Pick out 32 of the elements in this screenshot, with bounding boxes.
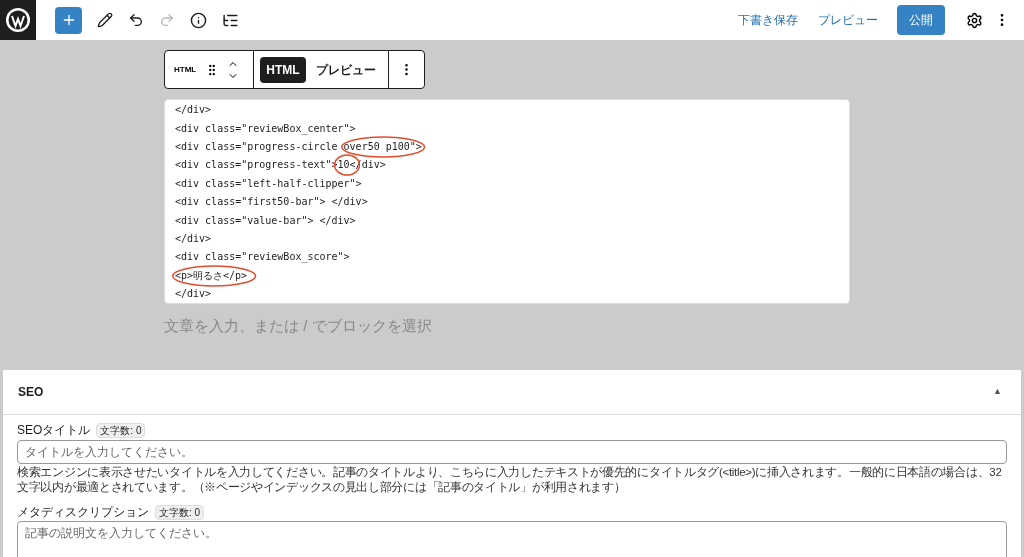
wordpress-logo[interactable] — [0, 0, 36, 40]
code-line: <p>明るさ</p> — [175, 268, 248, 283]
code-line: <div class="reviewBox_score"> — [175, 250, 350, 265]
code-line: <div class="value-bar"> </div> — [175, 213, 356, 228]
collapse-toggle-icon[interactable]: ▲ — [993, 385, 1002, 399]
settings-icon[interactable] — [966, 11, 983, 29]
description-textarea[interactable]: 記事の説明文を入力してください。 — [17, 521, 1007, 557]
code-line: </div> — [175, 287, 212, 302]
mode-tab[interactable]: HTML — [260, 56, 306, 83]
title-input-field[interactable]: タイトルを入力してください。 — [17, 440, 1007, 464]
code-line: <div class="reviewBox_center"> — [175, 121, 356, 136]
publish-button[interactable]: 公開 — [897, 5, 945, 35]
pencil-icon[interactable] — [97, 12, 113, 28]
add-block-button[interactable] — [55, 6, 82, 34]
panel-title: SEO — [18, 384, 44, 401]
character-count: 文字数: 0 — [155, 504, 205, 520]
info-icon[interactable] — [190, 11, 207, 29]
field-label: SEOタイトル — [17, 422, 91, 439]
code-line: <div class="first50-bar"> </div> — [175, 195, 368, 210]
code-line: </div> — [175, 103, 212, 118]
block-type-label[interactable]: HTML — [165, 63, 206, 76]
code-line: <div class="left-half-clipper"> — [175, 176, 362, 191]
code-editor[interactable] — [164, 99, 850, 304]
logo-icon — [5, 7, 31, 33]
character-count: 文字数: 0 — [96, 422, 146, 438]
toolbar-link-button[interactable]: 下書き保存 — [731, 5, 805, 35]
toolbar-link-button[interactable]: プレビュー — [811, 5, 885, 35]
code-line: </div> — [175, 231, 212, 246]
field-label: メタディスクリプション — [17, 504, 149, 521]
undo-icon[interactable] — [128, 12, 144, 28]
code-line: <div class="progress-circle over50 p100"> — [175, 139, 422, 154]
help-text: 検索エンジンに表示させたいタイトルを入力してください。記事のタイトルより、こちらに入力したテキストが優先的にタイトルタグ(<title>)に挿入されます。一般的に日本語の場合は、32文字以内が最適とされています。（※ページやインデックスの見出し部分には「記事のタイトル」が利用されます） — [17, 465, 1003, 495]
